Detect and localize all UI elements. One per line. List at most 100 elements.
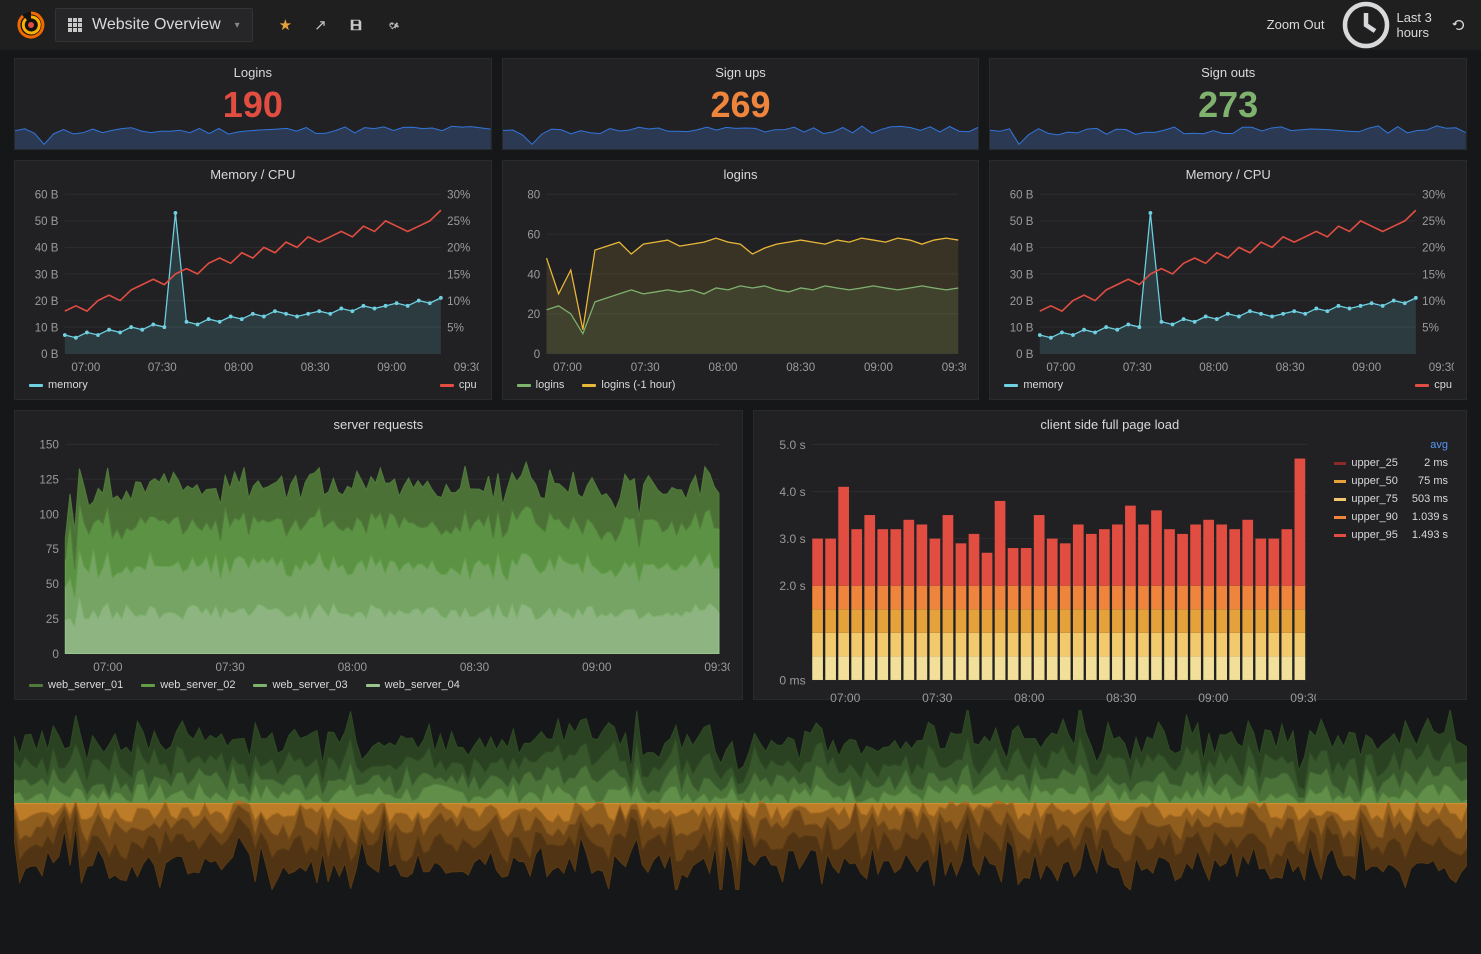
svg-text:08:30: 08:30 bbox=[301, 361, 330, 373]
svg-text:07:30: 07:30 bbox=[922, 691, 953, 704]
zoom-out-button[interactable]: Zoom Out bbox=[1267, 17, 1325, 32]
svg-text:09:00: 09:00 bbox=[1198, 691, 1229, 704]
svg-text:20%: 20% bbox=[447, 242, 470, 255]
svg-text:30 B: 30 B bbox=[1010, 268, 1034, 281]
svg-text:30 B: 30 B bbox=[35, 268, 59, 281]
svg-text:09:00: 09:00 bbox=[1353, 361, 1382, 373]
svg-text:0 B: 0 B bbox=[41, 348, 59, 361]
graph-row-2: Memory / CPU0 B10 B20 B30 B40 B50 B60 B5… bbox=[14, 160, 1467, 400]
svg-text:08:30: 08:30 bbox=[786, 361, 815, 373]
chevron-down-icon: ▾ bbox=[235, 20, 240, 31]
dashboard-picker[interactable]: Website Overview ▾ bbox=[55, 8, 253, 42]
svg-text:30%: 30% bbox=[1423, 190, 1446, 202]
svg-text:15%: 15% bbox=[447, 268, 470, 281]
settings-gear-icon[interactable] bbox=[385, 16, 399, 34]
stat-panel-sign-ups[interactable]: Sign ups269 bbox=[502, 58, 980, 150]
svg-text:08:30: 08:30 bbox=[460, 660, 490, 673]
svg-text:08:00: 08:00 bbox=[1200, 361, 1229, 373]
save-icon[interactable] bbox=[349, 16, 363, 34]
svg-text:15%: 15% bbox=[1423, 268, 1446, 281]
chart-body[interactable]: 0 B10 B20 B30 B40 B50 B60 B5%10%15%20%25… bbox=[990, 184, 1466, 373]
svg-text:5.0 s: 5.0 s bbox=[779, 440, 805, 452]
svg-text:0 ms: 0 ms bbox=[779, 673, 805, 687]
server-requests-panel[interactable]: server requests 025507510012515007:0007:… bbox=[14, 410, 743, 700]
star-icon[interactable]: ★ bbox=[279, 16, 292, 34]
chart-body[interactable]: 02040608007:0007:3008:0008:3009:0009:30 bbox=[503, 184, 979, 373]
svg-text:60 B: 60 B bbox=[1010, 190, 1034, 202]
svg-text:20: 20 bbox=[527, 308, 540, 321]
svg-text:07:30: 07:30 bbox=[630, 361, 659, 373]
grafana-logo-icon[interactable] bbox=[15, 9, 47, 41]
svg-text:09:30: 09:30 bbox=[1429, 361, 1454, 373]
panel-title: Memory / CPU bbox=[990, 161, 1466, 184]
svg-text:80: 80 bbox=[527, 190, 540, 202]
bottom-area-panel[interactable] bbox=[14, 710, 1467, 890]
svg-text:08:00: 08:00 bbox=[224, 361, 253, 373]
dashboard-name: Website Overview bbox=[92, 16, 221, 34]
svg-text:09:30: 09:30 bbox=[454, 361, 479, 373]
svg-text:07:30: 07:30 bbox=[215, 660, 245, 673]
svg-text:3.0 s: 3.0 s bbox=[779, 532, 805, 546]
svg-text:20 B: 20 B bbox=[35, 295, 59, 308]
svg-text:5%: 5% bbox=[1423, 321, 1440, 334]
server-requests-legend: web_server_01web_server_02web_server_03w… bbox=[15, 673, 742, 699]
svg-text:09:30: 09:30 bbox=[1290, 691, 1316, 704]
chart-body[interactable]: 0 B10 B20 B30 B40 B50 B60 B5%10%15%20%25… bbox=[15, 184, 491, 373]
svg-text:08:30: 08:30 bbox=[1106, 691, 1137, 704]
svg-text:08:00: 08:00 bbox=[338, 660, 368, 673]
graph-panel[interactable]: Memory / CPU0 B10 B20 B30 B40 B50 B60 B5… bbox=[14, 160, 492, 400]
graph-panel[interactable]: logins02040608007:0007:3008:0008:3009:00… bbox=[502, 160, 980, 400]
svg-text:4.0 s: 4.0 s bbox=[779, 485, 805, 499]
server-requests-chart[interactable]: 025507510012515007:0007:3008:0008:3009:0… bbox=[15, 434, 742, 673]
panel-title: Memory / CPU bbox=[15, 161, 491, 184]
svg-text:2.0 s: 2.0 s bbox=[779, 579, 805, 593]
svg-text:50: 50 bbox=[46, 577, 59, 591]
svg-text:50 B: 50 B bbox=[35, 215, 59, 228]
svg-text:60 B: 60 B bbox=[35, 190, 59, 202]
graph-panel[interactable]: Memory / CPU0 B10 B20 B30 B40 B50 B60 B5… bbox=[989, 160, 1467, 400]
page-load-legend-table: avgupper_252 msupper_5075 msupper_75503 … bbox=[1326, 435, 1456, 545]
stat-row: Logins190Sign ups269Sign outs273 bbox=[14, 58, 1467, 150]
time-range-picker[interactable]: Last 3 hours bbox=[1342, 1, 1434, 49]
clock-icon bbox=[1342, 1, 1390, 49]
svg-text:07:30: 07:30 bbox=[148, 361, 177, 373]
stat-panel-sign-outs[interactable]: Sign outs273 bbox=[989, 58, 1467, 150]
panel-title: Sign ups bbox=[503, 59, 979, 82]
svg-text:60: 60 bbox=[527, 228, 540, 241]
bottom-row bbox=[14, 710, 1467, 890]
svg-text:0: 0 bbox=[533, 348, 540, 361]
svg-text:40 B: 40 B bbox=[35, 242, 59, 255]
svg-text:40 B: 40 B bbox=[1010, 242, 1034, 255]
svg-text:100: 100 bbox=[39, 507, 59, 521]
page-load-panel[interactable]: client side full page load 0 ms 2.0 s 3.0 … bbox=[753, 410, 1467, 700]
legend: loginslogins (-1 hour) bbox=[503, 373, 979, 399]
panel-title: client side full page load bbox=[754, 411, 1466, 434]
svg-text:30%: 30% bbox=[447, 190, 470, 202]
svg-text:08:00: 08:00 bbox=[1014, 691, 1045, 704]
svg-text:07:30: 07:30 bbox=[1123, 361, 1152, 373]
svg-text:125: 125 bbox=[39, 472, 59, 486]
svg-text:10%: 10% bbox=[1423, 295, 1446, 308]
svg-text:09:00: 09:00 bbox=[377, 361, 406, 373]
apps-grid-icon bbox=[68, 18, 82, 32]
panel-title: Logins bbox=[15, 59, 491, 82]
legend: memorycpu bbox=[15, 373, 491, 399]
graph-row-3: server requests 025507510012515007:0007:… bbox=[14, 410, 1467, 700]
toolbar-icons: ★ ↗ bbox=[279, 16, 399, 34]
svg-text:09:30: 09:30 bbox=[704, 660, 729, 673]
stat-panel-logins[interactable]: Logins190 bbox=[14, 58, 492, 150]
svg-text:07:00: 07:00 bbox=[71, 361, 100, 373]
toolbar-right: Zoom Out Last 3 hours bbox=[1267, 1, 1466, 49]
svg-text:07:00: 07:00 bbox=[553, 361, 582, 373]
svg-text:09:00: 09:00 bbox=[582, 660, 612, 673]
svg-text:50 B: 50 B bbox=[1010, 215, 1034, 228]
svg-text:0: 0 bbox=[52, 647, 59, 661]
panel-title: server requests bbox=[15, 411, 742, 434]
svg-text:09:30: 09:30 bbox=[941, 361, 966, 373]
panel-title: Sign outs bbox=[990, 59, 1466, 82]
share-icon[interactable]: ↗ bbox=[314, 16, 327, 34]
svg-text:25%: 25% bbox=[1423, 215, 1446, 228]
svg-text:07:00: 07:00 bbox=[1047, 361, 1076, 373]
refresh-icon[interactable] bbox=[1452, 18, 1466, 32]
svg-text:07:00: 07:00 bbox=[93, 660, 123, 673]
